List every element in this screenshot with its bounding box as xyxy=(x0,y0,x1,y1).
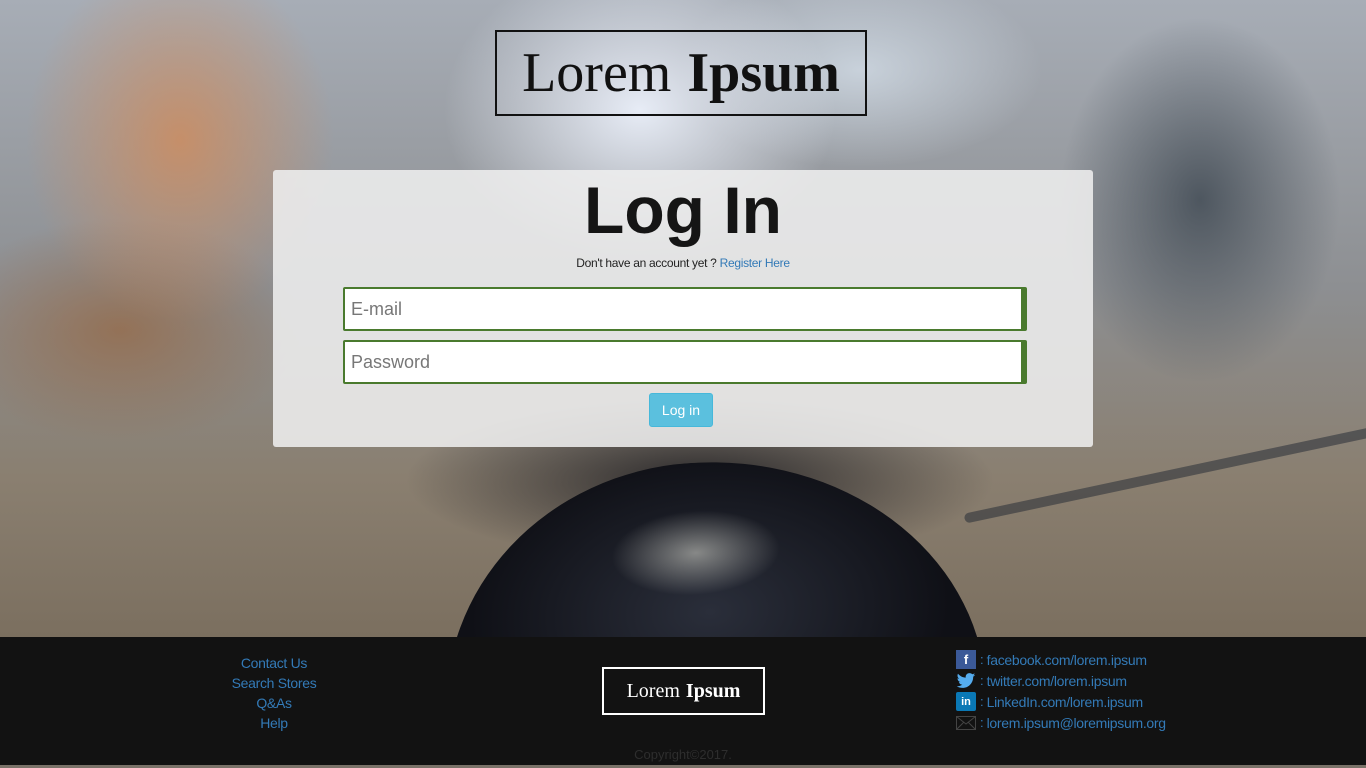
login-card: Log In Don't have an account yet ? Regis… xyxy=(273,170,1093,447)
register-link[interactable]: Register Here xyxy=(720,256,790,270)
social-links: f : facebook.com/lorem.ipsum : twitter.c… xyxy=(956,649,1166,733)
twitter-link[interactable]: twitter.com/lorem.ipsum xyxy=(987,673,1127,689)
footer-link-contact-us[interactable]: Contact Us xyxy=(204,653,344,673)
no-account-text: Don't have an account yet ? xyxy=(576,256,717,270)
header-logo-light: Lorem xyxy=(522,42,672,104)
linkedin-link[interactable]: LinkedIn.com/lorem.ipsum xyxy=(987,694,1144,710)
social-row-linkedin: in : LinkedIn.com/lorem.ipsum xyxy=(956,691,1166,712)
header-logo: Lorem Ipsum xyxy=(495,30,867,116)
background-mouse xyxy=(430,443,990,637)
register-prompt: Don't have an account yet ? Register Her… xyxy=(273,256,1093,270)
email-field[interactable] xyxy=(343,287,1027,331)
social-separator: : xyxy=(980,652,984,667)
social-row-twitter: : twitter.com/lorem.ipsum xyxy=(956,670,1166,691)
facebook-link[interactable]: facebook.com/lorem.ipsum xyxy=(987,652,1147,668)
footer-logo-light: Lorem xyxy=(626,679,680,702)
footer-link-qas[interactable]: Q&As xyxy=(204,693,344,713)
twitter-icon[interactable] xyxy=(956,671,976,690)
password-field[interactable] xyxy=(343,340,1027,384)
footer-link-help[interactable]: Help xyxy=(204,713,344,733)
social-separator: : xyxy=(980,694,984,709)
login-button[interactable]: Log in xyxy=(649,393,713,427)
mail-link[interactable]: lorem.ipsum@loremipsum.org xyxy=(987,715,1166,731)
linkedin-icon[interactable]: in xyxy=(956,692,976,711)
footer: Contact Us Search Stores Q&As Help Lorem… xyxy=(0,637,1366,768)
footer-logo-bold: Ipsum xyxy=(685,679,741,702)
social-row-facebook: f : facebook.com/lorem.ipsum xyxy=(956,649,1166,670)
facebook-icon[interactable]: f xyxy=(956,650,976,669)
footer-links: Contact Us Search Stores Q&As Help xyxy=(204,653,344,733)
social-row-mail: : lorem.ipsum@loremipsum.org xyxy=(956,712,1166,733)
social-separator: : xyxy=(980,715,984,730)
copyright-text: Copyright©2017. xyxy=(634,747,732,762)
login-title: Log In xyxy=(584,173,782,247)
footer-logo: Lorem Ipsum xyxy=(602,667,765,715)
header-logo-bold: Ipsum xyxy=(687,42,840,104)
mail-icon[interactable] xyxy=(956,713,976,732)
footer-link-search-stores[interactable]: Search Stores xyxy=(204,673,344,693)
social-separator: : xyxy=(980,673,984,688)
